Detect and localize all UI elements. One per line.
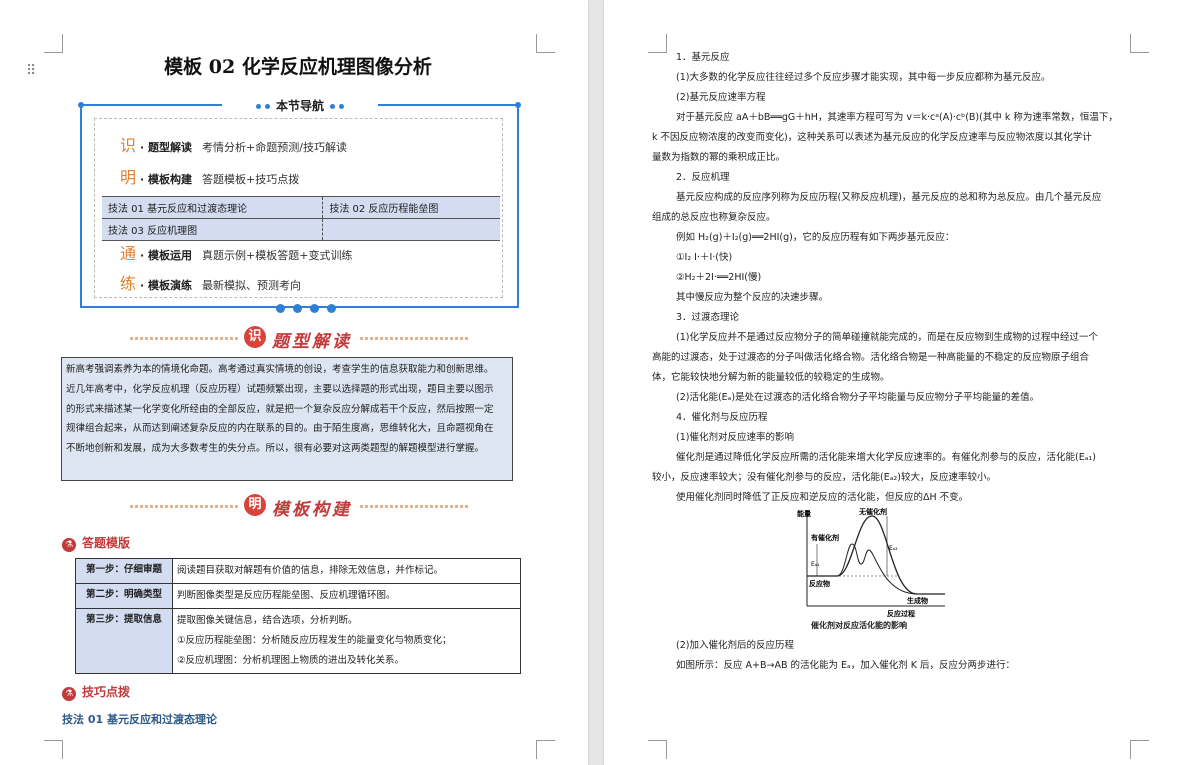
nav-row-build: 明 · 模板构建 答题模板+技巧点拨 (120, 168, 300, 187)
graph-ea2: Eₐ₂ (889, 545, 898, 552)
drag-handle-icon[interactable]: ⠿ (26, 64, 36, 78)
nav-dots (272, 298, 340, 317)
technique-03[interactable]: 技法 03 反应机理图 (102, 218, 324, 241)
graph-y-axis: 能量 (797, 509, 811, 518)
section-navigation-box: 本节导航 识 · 题型解读 考情分析+命题预测/技巧解读 明 · 模板构建 答题模板+技… (78, 97, 521, 313)
technique-02[interactable]: 技法 02 反应历程能垒图 (322, 196, 500, 219)
text-line: 催化剂是通过降低化学反应所需的活化能来增大化学反应速率的。有催化剂参与的反应，活… (676, 452, 1096, 463)
crop-mark (1130, 34, 1149, 53)
text-line: k 不因反应物浓度的改变而变化)，这种关系可以表述为基元反应的化学反应速率与反应… (652, 132, 1092, 143)
text-line: ②H₂＋2I·══2HI(慢) (676, 272, 762, 283)
graph-caption: 催化剂对反应活化能的影响 (811, 621, 907, 630)
text-line: 体，它能较快地分解为新的能量较低的较稳定的生成物。 (652, 372, 890, 383)
text-line: (2)基元反应速率方程 (676, 92, 766, 103)
tips-heading: ⚗ 技巧点拨 (62, 683, 130, 701)
nav-heading: 本节导航 (222, 97, 378, 113)
text-line: 其中慢反应为整个反应的决速步骤。 (676, 292, 829, 303)
graph-reactant: 反应物 (809, 579, 830, 588)
heading-catalyst: 4．催化剂与反应历程 (676, 412, 768, 423)
graph-x-axis: 反应过程 (887, 609, 915, 618)
text-line: ①I₂ I·＋I·(快) (676, 252, 733, 263)
technique-table: 技法 01 基元反应和过渡态理论 技法 02 反应历程能垒图 技法 03 反应机… (102, 196, 500, 241)
graph-no-catalyst: 无催化剂 (858, 507, 887, 516)
page-title: 模板 02 化学反应机理图像分析 (164, 56, 432, 78)
heading-transition-state: 3．过渡态理论 (676, 312, 740, 323)
nav-row-practice: 练 · 模板演练 最新模拟、预测考向 (120, 274, 302, 293)
nav-row-apply: 通 · 模板运用 真题示例+模板答题+变式训练 (120, 244, 353, 263)
text-line: 如图所示：反应 A+B→AB 的活化能为 Eₐ，加入催化剂 K 后，反应分两步进… (676, 660, 1016, 671)
catalyst-energy-diagram: 能量 无催化剂 有催化剂 Eₐ₁ Eₐ₂ 反应物 生成物 反应过程 (797, 507, 945, 618)
crop-mark (648, 740, 667, 759)
text-line: 基元反应构成的反应序列称为反应历程(又称反应机理)，基元反应的总和称为总反应。由… (676, 192, 1102, 203)
text-line: 例如 H₂(g)＋I₂(g)══2HI(g)，它的反应历程有如下两步基元反应： (676, 232, 955, 243)
method-heading: 技法 01 基元反应和过渡态理论 (62, 713, 217, 726)
graph-with-catalyst: 有催化剂 (811, 533, 839, 542)
technique-empty (322, 218, 500, 241)
heading-elementary-reaction: 1．基元反应 (676, 52, 730, 63)
flask-icon: ⚗ (62, 538, 76, 552)
crop-mark (44, 34, 63, 53)
crop-mark (536, 740, 555, 759)
nav-row-identify: 识 · 题型解读 考情分析+命题预测/技巧解读 (120, 136, 347, 155)
section-heading-interpret: 识 题型解读 (130, 326, 470, 352)
table-row: 第三步：提取信息 提取图像关键信息，结合选项，分析判断。 ①反应历程能垒图：分析… (75, 608, 521, 674)
intro-paragraph: 新高考强调素养为本的情境化命题。高考通过真实情境的创设，考查学生的信息获取能力和… (61, 357, 513, 481)
table-row: 第一步：仔细审题 阅读题目获取对解题有价值的信息，排除无效信息，并作标记。 (75, 558, 521, 584)
text-line: 组成的总反应也称复杂反应。 (652, 212, 776, 223)
text-line: 量数为指数的幂的乘积成正比。 (652, 152, 786, 163)
technique-01[interactable]: 技法 01 基元反应和过渡态理论 (102, 196, 324, 219)
text-line: (2)加入催化剂后的反应历程 (676, 640, 794, 651)
crop-mark (648, 34, 667, 53)
flask-icon: ⚗ (62, 687, 76, 701)
crop-mark (1130, 740, 1149, 759)
text-line: 较小，反应速率较大；没有催化剂参与的反应，活化能(Eₐ₂)较大，反应速率较小。 (652, 472, 996, 483)
text-line: 对于基元反应 aA＋bB══gG＋hH，其速率方程可写为 v＝k·cᵃ(A)·c… (676, 112, 1118, 123)
text-line: (2)活化能(Eₐ)是处在过渡态的活化络合物分子平均能量与反应物分子平均能量的差… (676, 392, 1040, 403)
table-row: 第二步：明确类型 判断图像类型是反应历程能垒图、反应机理循环图。 (75, 583, 521, 609)
graph-ea1: Eₐ₁ (811, 561, 820, 568)
graph-product: 生成物 (907, 596, 928, 605)
text-line: 使用催化剂同时降低了正反应和逆反应的活化能，但反应的ΔH 不变。 (676, 492, 969, 503)
corner-dot (78, 102, 84, 108)
left-page: ⠿ 模板 02 化学反应机理图像分析 本节导航 识 · 题型解读 考情分析+命题预测… (0, 0, 588, 765)
corner-dot (515, 102, 521, 108)
text-line: (1)大多数的化学反应往往经过多个反应步骤才能实现，其中每一步反应都称为基元反应… (676, 72, 1051, 83)
section-heading-build: 明 模板构建 (130, 494, 470, 520)
steps-table: 第一步：仔细审题 阅读题目获取对解题有价值的信息，排除无效信息，并作标记。 第二… (75, 558, 521, 674)
crop-mark (536, 34, 555, 53)
text-line: (1)催化剂对反应速率的影响 (676, 432, 794, 443)
right-page: 1．基元反应 (1)大多数的化学反应往往经过多个反应步骤才能实现，其中每一步反应… (604, 0, 1195, 765)
answer-template-heading: ⚗ 答题模版 (62, 534, 130, 552)
heading-mechanism: 2．反应机理 (676, 172, 730, 183)
crop-mark (44, 740, 63, 759)
text-line: (1)化学反应并不是通过反应物分子的简单碰撞就能完成的，而是在反应物到生成物的过… (676, 332, 1098, 343)
text-line: 高能的过渡态，处于过渡态的分子叫做活化络合物。活化络合物是一种高能量的不稳定的反… (652, 352, 1090, 363)
